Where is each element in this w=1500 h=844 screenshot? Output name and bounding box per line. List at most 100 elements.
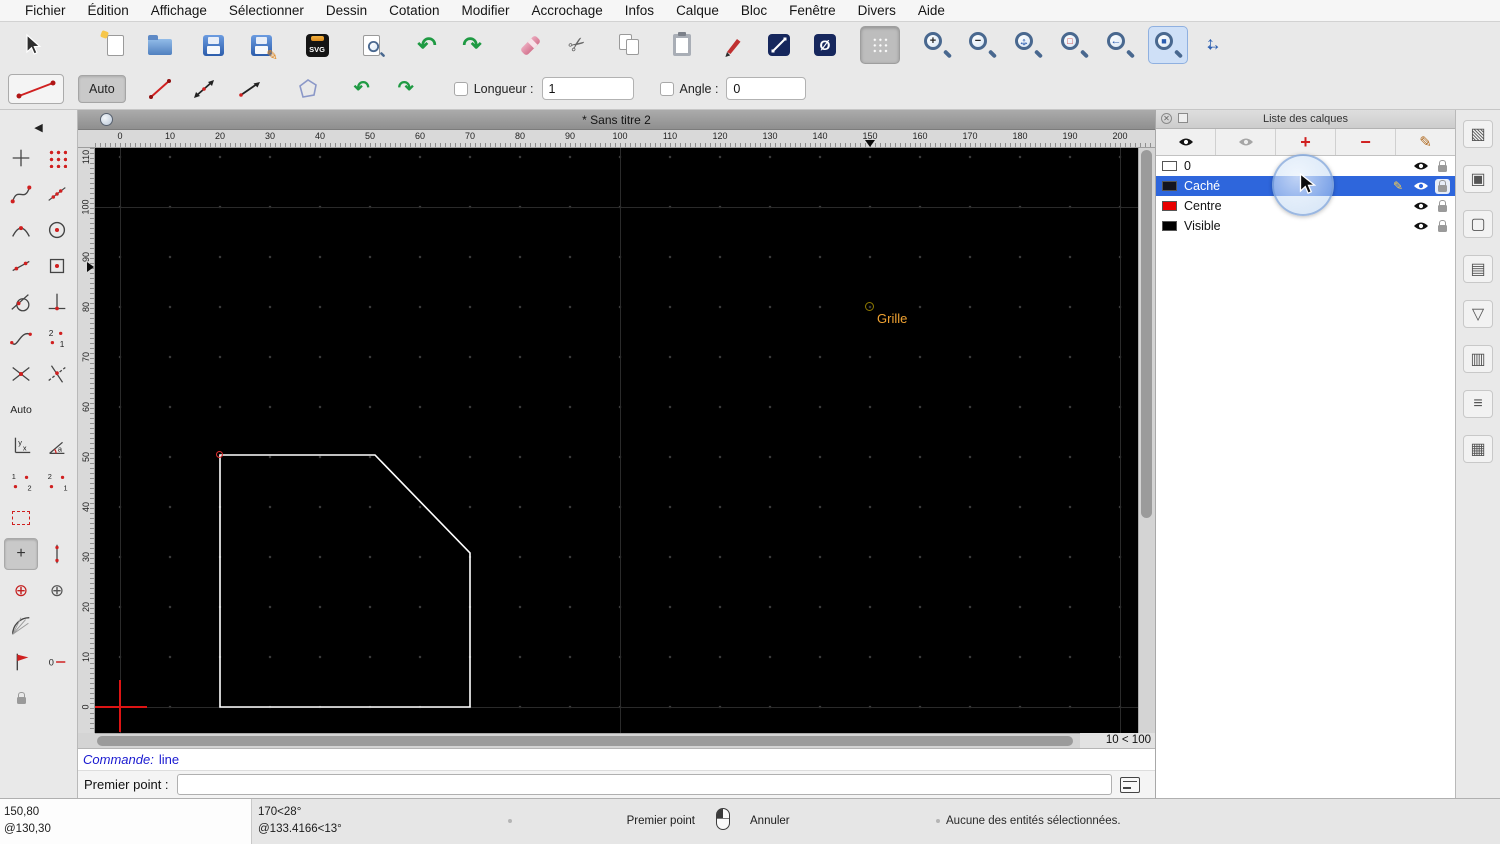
- layer-visibility-icon[interactable]: [1413, 200, 1429, 212]
- layer-row-visible[interactable]: Visible: [1156, 216, 1455, 236]
- zoom-window-button[interactable]: ■: [1148, 26, 1188, 64]
- export-svg-button[interactable]: SVG: [297, 26, 337, 64]
- order-counterclockwise-button[interactable]: 12: [4, 466, 38, 498]
- command-input[interactable]: [176, 774, 1112, 795]
- line-angle-button[interactable]: [186, 74, 222, 104]
- snap-spline-button[interactable]: [4, 322, 38, 354]
- zoom-auto-button[interactable]: ↔ ↕: [1008, 26, 1048, 64]
- menu-bloc[interactable]: Bloc: [730, 3, 778, 18]
- line-two-points-button[interactable]: [142, 74, 178, 104]
- delete-button[interactable]: [510, 26, 550, 64]
- menu-edition[interactable]: Édition: [77, 3, 140, 18]
- menu-calque[interactable]: Calque: [665, 3, 730, 18]
- layer-lock-icon[interactable]: [1435, 159, 1450, 174]
- set-relative-zero-button[interactable]: ⊕: [4, 574, 38, 606]
- order-clockwise-button[interactable]: 21: [40, 466, 74, 498]
- subwindow-titlebar[interactable]: * Sans titre 2: [78, 110, 1155, 130]
- remove-layer-button[interactable]: −: [1336, 129, 1396, 155]
- layer-lock-icon[interactable]: [1435, 219, 1450, 234]
- show-all-layers-button[interactable]: [1156, 129, 1216, 155]
- restrict-orthogonal-button[interactable]: yx: [4, 430, 38, 462]
- zoom-redraw-button[interactable]: ←: [1100, 26, 1140, 64]
- vertex-handle[interactable]: [216, 451, 223, 458]
- menu-aide[interactable]: Aide: [907, 3, 956, 18]
- print-preview-button[interactable]: [351, 26, 391, 64]
- snap-middle-button[interactable]: [4, 214, 38, 246]
- line-horizontal-button[interactable]: [232, 74, 268, 104]
- horizontal-scrollbar[interactable]: [95, 733, 1080, 748]
- auto-snap-button[interactable]: Auto: [4, 394, 38, 426]
- restrict-vertical-button[interactable]: [40, 538, 74, 570]
- snap-intersection-manual-button[interactable]: [40, 358, 74, 390]
- paste-button[interactable]: [662, 26, 702, 64]
- snap-center-button[interactable]: [40, 214, 74, 246]
- open-file-button[interactable]: [140, 26, 180, 64]
- dock-command-widget-button[interactable]: ≡: [1463, 390, 1493, 418]
- vertical-scrollbar[interactable]: [1138, 148, 1155, 733]
- snap-free-button[interactable]: [4, 142, 38, 174]
- vertical-scrollbar-thumb[interactable]: [1141, 150, 1152, 518]
- menu-cotation[interactable]: Cotation: [378, 3, 450, 18]
- command-options-button[interactable]: [1119, 776, 1140, 793]
- layer-visibility-icon[interactable]: [1413, 180, 1429, 192]
- zoom-pan-button[interactable]: ↔ ↔: [1193, 26, 1233, 64]
- segment-undo-button[interactable]: ↶: [344, 74, 380, 104]
- menu-affichage[interactable]: Affichage: [140, 3, 218, 18]
- relative-zero-display-button[interactable]: 0: [40, 646, 74, 678]
- float-panel-icon[interactable]: [1178, 113, 1188, 123]
- drawn-polyline[interactable]: [219, 454, 471, 708]
- layer-visibility-icon[interactable]: [1413, 220, 1429, 232]
- close-panel-icon[interactable]: ✕: [1161, 113, 1172, 124]
- dock-entity-list-button[interactable]: ▤: [1463, 255, 1493, 283]
- menu-modifier[interactable]: Modifier: [450, 3, 520, 18]
- dock-layer-list-button[interactable]: ▢: [1463, 210, 1493, 238]
- relative-point-button[interactable]: +: [4, 538, 38, 570]
- layer-edit-icon[interactable]: ✎: [1393, 180, 1403, 192]
- dock-library-button[interactable]: ▧: [1463, 120, 1493, 148]
- draft-mode-button[interactable]: Ø: [805, 26, 845, 64]
- copy-button[interactable]: [610, 26, 650, 64]
- dock-filter-button[interactable]: ▽: [1463, 300, 1493, 328]
- save-button[interactable]: [193, 26, 233, 64]
- snap-grid-button[interactable]: [40, 142, 74, 174]
- zoom-in-button[interactable]: +: [917, 26, 957, 64]
- snap-orthogonal-button[interactable]: [40, 286, 74, 318]
- snap-intersection-button[interactable]: [4, 358, 38, 390]
- snap-on-entity-button[interactable]: [40, 178, 74, 210]
- menu-accrochage[interactable]: Accrochage: [520, 3, 613, 18]
- dock-properties-button[interactable]: ▥: [1463, 345, 1493, 373]
- snap-endpoint-button[interactable]: [4, 178, 38, 210]
- lock-tool-button[interactable]: [4, 682, 38, 714]
- segment-redo-button[interactable]: ↷: [388, 74, 424, 104]
- zoom-out-button[interactable]: −: [962, 26, 1002, 64]
- menu-fichier[interactable]: Fichier: [14, 3, 77, 18]
- snap-reference-button[interactable]: [40, 250, 74, 282]
- polyline-button[interactable]: [290, 74, 326, 104]
- dock-block-list-button[interactable]: ▣: [1463, 165, 1493, 193]
- snap-distance-button[interactable]: [4, 250, 38, 282]
- menu-divers[interactable]: Divers: [847, 3, 907, 18]
- snap-marker-button[interactable]: [4, 646, 38, 678]
- redo-button[interactable]: ↷: [452, 26, 492, 64]
- dock-clipboard-button[interactable]: ▦: [1463, 435, 1493, 463]
- restrict-angle-button[interactable]: a: [40, 430, 74, 462]
- edit-layer-button[interactable]: ✎: [1396, 129, 1455, 155]
- horizontal-scrollbar-thumb[interactable]: [97, 736, 1073, 746]
- undo-button[interactable]: ↶: [407, 26, 447, 64]
- layer-lock-icon[interactable]: [1435, 199, 1450, 214]
- deselect-window-button[interactable]: [4, 502, 38, 534]
- collapse-palette-button[interactable]: ◀: [4, 116, 74, 138]
- zoom-previous-button[interactable]: □: [1054, 26, 1094, 64]
- cut-button[interactable]: ✂: [557, 26, 597, 64]
- line-attributes-button[interactable]: [759, 26, 799, 64]
- menu-fenetre[interactable]: Fenêtre: [778, 3, 847, 18]
- hide-all-layers-button[interactable]: [1216, 129, 1276, 155]
- layer-visibility-icon[interactable]: [1413, 160, 1429, 172]
- layer-lock-icon[interactable]: [1435, 178, 1450, 194]
- grid-toggle-button[interactable]: [860, 26, 900, 64]
- length-checkbox[interactable]: [453, 81, 468, 96]
- lock-relative-zero-button[interactable]: ⊕: [40, 574, 74, 606]
- angle-input[interactable]: [726, 77, 807, 100]
- save-as-button[interactable]: ✎: [241, 26, 281, 64]
- menu-dessin[interactable]: Dessin: [315, 3, 378, 18]
